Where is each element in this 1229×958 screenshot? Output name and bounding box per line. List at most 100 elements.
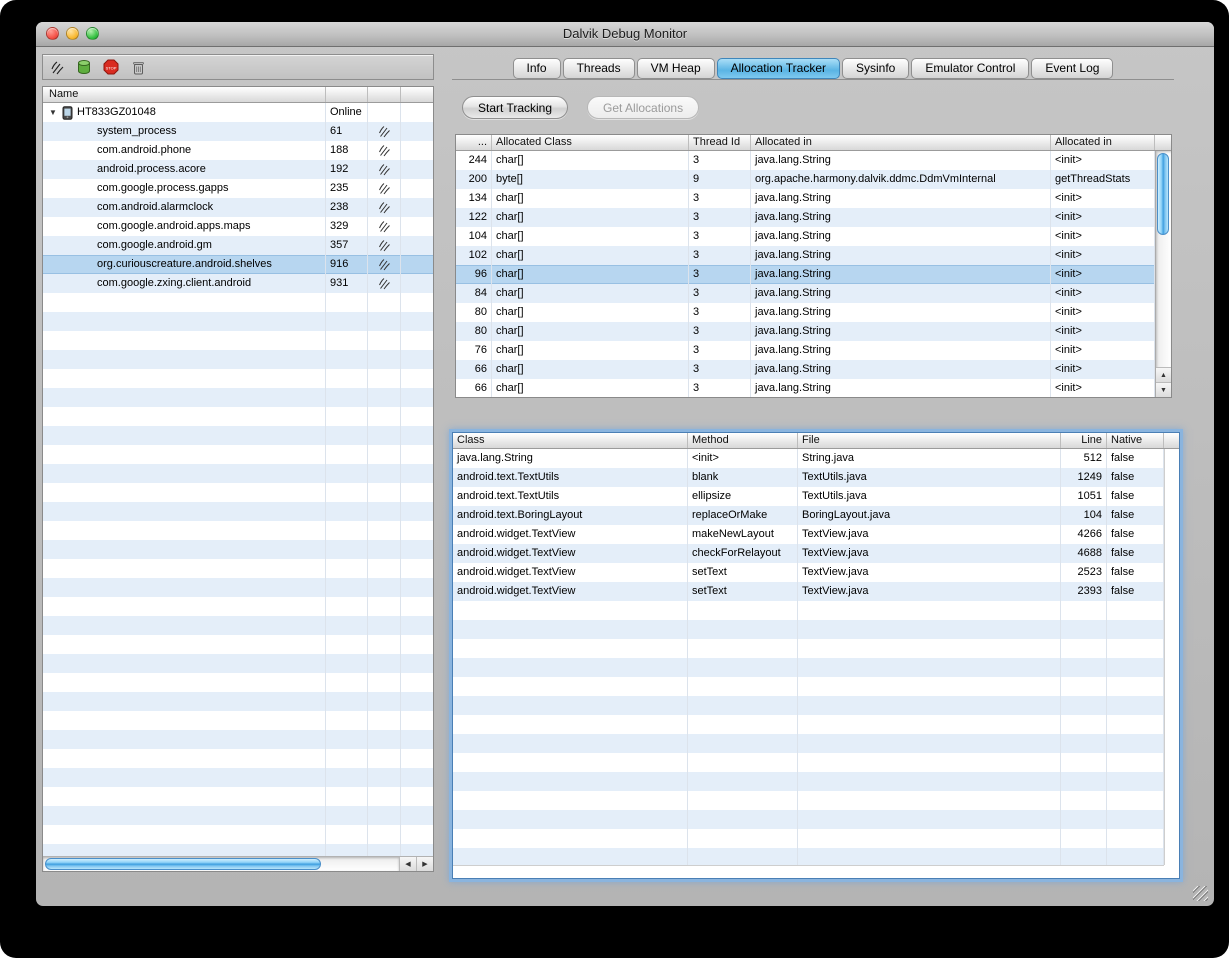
- column-header[interactable]: [401, 87, 433, 102]
- process-row[interactable]: com.google.process.gapps 235: [43, 179, 433, 198]
- cell: [401, 635, 433, 654]
- gc-icon[interactable]: [128, 57, 148, 77]
- cell: [1107, 848, 1164, 865]
- stack-row[interactable]: android.widget.TextView checkForRelayout T…: [453, 544, 1164, 563]
- empty-row: [43, 540, 433, 559]
- stack-row[interactable]: android.text.TextUtils ellipsize TextUtils…: [453, 487, 1164, 506]
- cell: [368, 806, 401, 825]
- empty-row: [453, 753, 1164, 772]
- column-header[interactable]: ...: [456, 135, 492, 150]
- process-row[interactable]: com.android.alarmclock 238: [43, 198, 433, 217]
- allocation-row[interactable]: 122 char[] 3 java.lang.String <init>: [456, 208, 1155, 227]
- svg-text:STOP: STOP: [106, 65, 117, 70]
- allocation-row[interactable]: 80 char[] 3 java.lang.String <init>: [456, 303, 1155, 322]
- stack-row[interactable]: android.text.BoringLayout replaceOrMake Bo…: [453, 506, 1164, 525]
- column-header[interactable]: [326, 87, 368, 102]
- cell: [326, 540, 368, 559]
- column-header[interactable]: Allocated in: [751, 135, 1051, 150]
- process-row[interactable]: com.google.android.apps.maps 329: [43, 217, 433, 236]
- allocation-row[interactable]: 102 char[] 3 java.lang.String <init>: [456, 246, 1155, 265]
- process-name: android.process.acore: [43, 160, 326, 179]
- cell: [688, 715, 798, 734]
- empty-row: [43, 426, 433, 445]
- column-header[interactable]: Thread Id: [689, 135, 751, 150]
- stack-row[interactable]: android.widget.TextView setText TextView.j…: [453, 563, 1164, 582]
- cell: <init>: [1051, 246, 1155, 265]
- tab-threads[interactable]: Threads: [562, 58, 635, 79]
- process-row[interactable]: com.google.android.gm 357: [43, 236, 433, 255]
- scroll-up-arrow-icon[interactable]: ▲: [1156, 367, 1171, 382]
- column-header[interactable]: Allocated Class: [492, 135, 689, 150]
- cell: false: [1107, 468, 1164, 487]
- start-tracking-button[interactable]: Start Tracking: [462, 96, 569, 119]
- cell: [368, 578, 401, 597]
- scrollbar-thumb[interactable]: [45, 858, 321, 870]
- stack-row[interactable]: java.lang.String <init> String.java 512 fals…: [453, 449, 1164, 468]
- disclosure-triangle-icon[interactable]: ▼: [49, 103, 62, 122]
- allocation-row[interactable]: 80 char[] 3 java.lang.String <init>: [456, 322, 1155, 341]
- tab-info[interactable]: Info: [512, 58, 561, 79]
- titlebar[interactable]: Dalvik Debug Monitor: [36, 22, 1214, 47]
- column-header[interactable]: Allocated in: [1051, 135, 1155, 150]
- process-row[interactable]: com.android.phone 188: [43, 141, 433, 160]
- resize-grip[interactable]: [1193, 886, 1208, 901]
- column-header[interactable]: Line: [1061, 433, 1107, 448]
- column-header[interactable]: Class: [453, 433, 688, 448]
- process-pid: 192: [326, 160, 368, 179]
- tab-sysinfo[interactable]: Sysinfo: [842, 58, 910, 79]
- panel-splitter[interactable]: [434, 46, 444, 874]
- cell: java.lang.String: [751, 341, 1051, 360]
- stop-process-icon[interactable]: STOP: [101, 57, 121, 77]
- stack-row[interactable]: android.widget.TextView setText TextView.j…: [453, 582, 1164, 601]
- horizontal-scrollbar-track[interactable]: [453, 865, 1164, 878]
- cell: android.text.BoringLayout: [453, 506, 688, 525]
- process-row[interactable]: android.process.acore 192: [43, 160, 433, 179]
- allocation-row[interactable]: 76 char[] 3 java.lang.String <init>: [456, 341, 1155, 360]
- column-header[interactable]: File: [798, 433, 1061, 448]
- device-row[interactable]: ▼ HT833GZ01048 Online: [43, 103, 433, 122]
- process-row[interactable]: com.google.zxing.client.android 931: [43, 274, 433, 293]
- cell: [368, 673, 401, 692]
- allocation-row[interactable]: 96 char[] 3 java.lang.String <init>: [456, 265, 1155, 284]
- column-header[interactable]: Method: [688, 433, 798, 448]
- empty-row: [43, 483, 433, 502]
- process-row[interactable]: system_process 61: [43, 122, 433, 141]
- process-row[interactable]: org.curiouscreature.android.shelves 916: [43, 255, 433, 274]
- cell: false: [1107, 525, 1164, 544]
- tab-allocation-tracker[interactable]: Allocation Tracker: [716, 58, 840, 79]
- allocation-row[interactable]: 66 char[] 3 java.lang.String <init>: [456, 360, 1155, 379]
- column-header[interactable]: Native: [1107, 433, 1164, 448]
- cell: 3: [689, 189, 751, 208]
- cell: <init>: [1051, 303, 1155, 322]
- allocation-row[interactable]: 66 char[] 3 java.lang.String <init>: [456, 379, 1155, 397]
- cell: [43, 559, 326, 578]
- allocation-row[interactable]: 84 char[] 3 java.lang.String <init>: [456, 284, 1155, 303]
- vertical-scrollbar-track[interactable]: [1164, 449, 1179, 865]
- allocation-row[interactable]: 244 char[] 3 java.lang.String <init>: [456, 151, 1155, 170]
- cell: [798, 829, 1061, 848]
- process-pid: 931: [326, 274, 368, 293]
- vertical-scrollbar[interactable]: ▲ ▼: [1155, 151, 1171, 397]
- scrollbar-track[interactable]: [43, 857, 399, 871]
- allocation-row[interactable]: 200 byte[] 9 org.apache.harmony.dalvik.ddmc…: [456, 170, 1155, 189]
- column-header[interactable]: Name: [43, 87, 326, 102]
- allocation-row[interactable]: 104 char[] 3 java.lang.String <init>: [456, 227, 1155, 246]
- cell: [798, 715, 1061, 734]
- stack-row[interactable]: android.text.TextUtils blank TextUtils.jav…: [453, 468, 1164, 487]
- allocation-row[interactable]: 134 char[] 3 java.lang.String <init>: [456, 189, 1155, 208]
- stack-row[interactable]: android.widget.TextView makeNewLayout Text…: [453, 525, 1164, 544]
- scroll-down-arrow-icon[interactable]: ▼: [1156, 382, 1171, 397]
- stack-trace-table: Class Method File Line Native java.lang.Stri…: [452, 432, 1180, 879]
- update-heap-icon[interactable]: [74, 57, 94, 77]
- horizontal-scrollbar[interactable]: ◀ ▶: [43, 856, 433, 871]
- tab-emulator-control[interactable]: Emulator Control: [911, 58, 1030, 79]
- scroll-left-arrow-icon[interactable]: ◀: [399, 857, 416, 871]
- scroll-right-arrow-icon[interactable]: ▶: [416, 857, 433, 871]
- tab-event-log[interactable]: Event Log: [1031, 58, 1114, 79]
- column-header[interactable]: [368, 87, 401, 102]
- tab-vm-heap[interactable]: VM Heap: [636, 58, 715, 79]
- update-threads-icon[interactable]: [47, 57, 67, 77]
- scrollbar-thumb[interactable]: [1157, 153, 1169, 235]
- cell: [368, 749, 401, 768]
- cell: [43, 407, 326, 426]
